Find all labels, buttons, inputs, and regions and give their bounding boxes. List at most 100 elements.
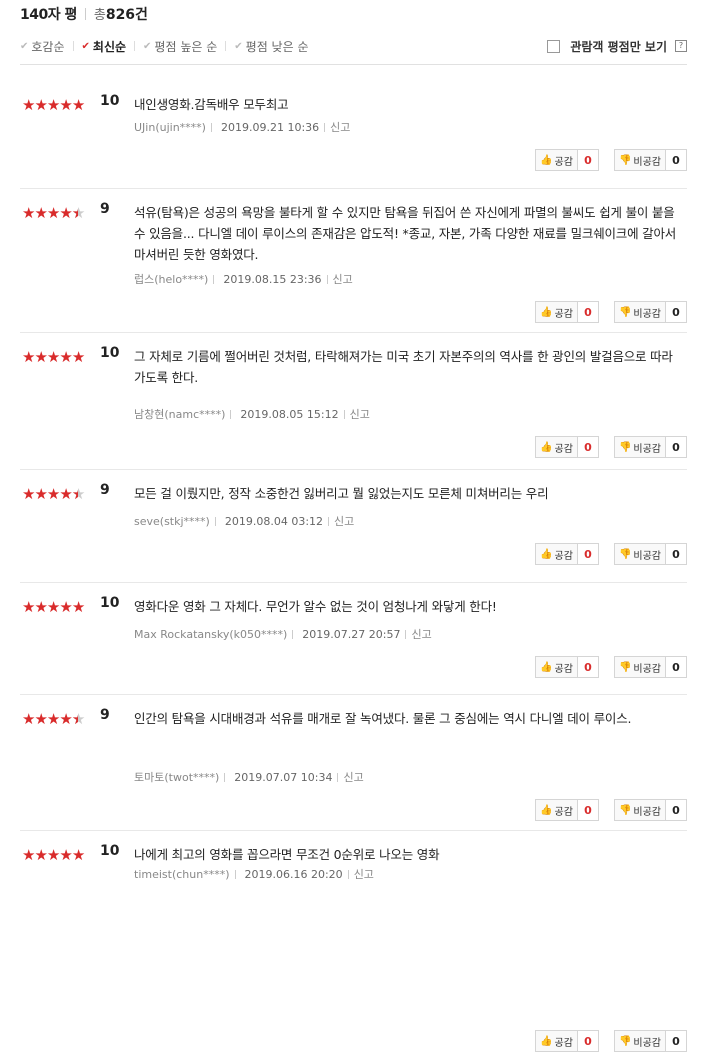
dislike-button[interactable]: 👎 비공감 (613, 656, 666, 678)
like-button[interactable]: 👍 공감 (535, 543, 578, 565)
report-link[interactable]: 신고 (350, 406, 370, 422)
like-button[interactable]: 👍 공감 (535, 656, 578, 678)
meta-divider (230, 409, 232, 419)
star-icon: ★ (46, 348, 60, 366)
header-divider (84, 8, 86, 20)
star-icon: ★ (59, 96, 72, 114)
star-icon: ★ (46, 485, 60, 503)
sort-option[interactable]: ✔ 평점 높은 순 (143, 38, 217, 55)
viewer-only-checkbox[interactable] (547, 39, 561, 53)
thumbs-down-icon: 👎 (618, 154, 632, 166)
rating-stars: ★★★★★ (22, 96, 85, 114)
meta-divider (210, 122, 212, 132)
like-count: 0 (577, 1030, 599, 1052)
dislike-button[interactable]: 👎 비공감 (613, 543, 666, 565)
like-count: 0 (577, 656, 599, 678)
report-link[interactable]: 신고 (333, 271, 353, 287)
review-date: 2019.09.21 10:36 (220, 120, 320, 134)
sort-option-label: 호감순 (31, 39, 65, 54)
review-item: ★★★★★ 10 내인생영화.감독배우 모두최고 UJin(ujin****) 2019… (20, 80, 687, 189)
star-icon: ★ (22, 846, 35, 864)
sort-option-label: 최신순 (92, 39, 127, 54)
report-link[interactable]: 신고 (334, 513, 354, 529)
rating-stars: ★★★★★ (22, 485, 85, 503)
like-count: 0 (577, 301, 599, 323)
report-link[interactable]: 신고 (343, 769, 363, 785)
review-date: 2019.07.07 10:34 (234, 770, 333, 784)
meta-divider (347, 869, 349, 879)
review-date: 2019.07.27 20:57 (302, 627, 401, 641)
like-button[interactable]: 👍 공감 (535, 149, 578, 171)
thumbs-up-icon: 👍 (540, 1035, 553, 1047)
meta-divider (224, 772, 226, 782)
sort-filter-bar: ✔ 호감순 ✔ 최신순 ✔ 평점 높은 순 ✔ 평점 낮은 순 관람객 평점만 보기 ? (20, 28, 687, 65)
review-meta: seve(stkj****) 2019.08.04 03:12 신고 (134, 513, 354, 529)
section-title: 140자 평 (20, 7, 77, 23)
star-icon: ★ (34, 598, 47, 616)
meta-divider (326, 274, 328, 284)
review-item: ★★★★★ 9 모든 걸 이뤘지만, 정작 소중한건 잃버리고 뭘 잃었는지도 모른… (20, 469, 687, 583)
review-meta: 남창현(namc****) 2019.08.05 15:12 신고 (134, 406, 370, 422)
review-text: 그 자체로 기름에 쩔어버린 것처럼, 타락해져가는 미국 초기 자본주의의 역… (134, 349, 673, 385)
sort-divider (72, 41, 74, 51)
reviewer-name[interactable]: 럽스(helo****) (134, 271, 208, 287)
meta-divider (324, 122, 326, 132)
dislike-button[interactable]: 👎 비공감 (613, 436, 666, 458)
sort-option-label: 평점 높은 순 (154, 39, 218, 54)
star-icon: ★ (22, 598, 35, 616)
review-meta: 토마토(twot****) 2019.07.07 10:34 신고 (134, 769, 364, 785)
rating-stars: ★★★★★ (22, 348, 85, 366)
dislike-count: 0 (666, 799, 687, 821)
like-label: 공감 (554, 443, 573, 455)
sort-divider (134, 41, 136, 51)
reviewer-name[interactable]: 토마토(twot****) (134, 769, 219, 785)
dislike-label: 비공감 (633, 156, 661, 168)
reviewer-name[interactable]: UJin(ujin****) (134, 121, 206, 134)
dislike-button[interactable]: 👎 비공감 (613, 149, 666, 171)
check-icon: ✔ (143, 40, 152, 52)
reviewer-name[interactable]: timeist(chun****) (134, 868, 230, 881)
review-item: ★★★★★9인간의 탐욕을 시대배경과 석유를 매개로 잘 녹여냈다. 물론 그… (20, 694, 687, 831)
reviewer-name[interactable]: Max Rockatansky(k050****) (134, 628, 287, 641)
half-star-icon: ★ (72, 712, 85, 727)
meta-divider (337, 772, 339, 782)
like-label: 공감 (554, 663, 573, 675)
dislike-button[interactable]: 👎 비공감 (613, 799, 666, 821)
report-link[interactable]: 신고 (411, 626, 431, 642)
star-icon: ★ (46, 710, 60, 728)
meta-divider (328, 516, 330, 526)
star-icon: ★ (59, 204, 72, 222)
thumbs-down-icon: 👎 (618, 548, 632, 560)
star-icon: ★ (59, 598, 72, 616)
viewer-only-toggle[interactable]: 관람객 평점만 보기 ? (547, 28, 687, 64)
dislike-button[interactable]: 👎 비공감 (613, 1030, 666, 1052)
review-item: ★★★★★ 10 그 자체로 기름에 쩔어버린 것처럼, 타락해져가는 미국 초기 … (20, 332, 687, 470)
rating-stars: ★★★★★ (22, 846, 85, 864)
rating-score: 9 (100, 707, 110, 723)
thumbs-up-icon: 👍 (540, 548, 553, 560)
reviewer-name[interactable]: seve(stkj****) (134, 515, 210, 528)
like-button[interactable]: 👍 공감 (535, 1030, 578, 1052)
reviewer-name[interactable]: 남창현(namc****) (134, 406, 225, 422)
sort-option[interactable]: ✔ 평점 낮은 순 (234, 38, 308, 55)
dislike-button[interactable]: 👎 비공감 (613, 301, 666, 323)
review-meta: Max Rockatansky(k050****) 2019.07.27 20:5… (134, 626, 432, 642)
like-button[interactable]: 👍 공감 (535, 301, 578, 323)
review-text: 내인생영화.감독배우 모두최고 (134, 97, 289, 112)
review-item: ★★★★★ 10 나에게 최고의 영화를 꼽으라면 무조건 0순위로 나오는 영화 t… (20, 830, 687, 1052)
review-text: 영화다운 영화 그 자체다. 무언가 알수 없는 것이 엄청나게 와닿게 한다! (134, 599, 497, 614)
star-icon: ★ (71, 598, 85, 616)
meta-divider (213, 274, 215, 284)
sort-option[interactable]: ✔ 호감순 (20, 38, 65, 55)
rating-score: 9 (100, 482, 110, 498)
like-button[interactable]: 👍 공감 (535, 799, 578, 821)
star-icon: ★ (59, 348, 72, 366)
review-text: 모든 걸 이뤘지만, 정작 소중한건 잃버리고 뭘 잃었는지도 모른체 미쳐버리… (134, 486, 549, 501)
sort-option[interactable]: ✔ 최신순 (82, 38, 127, 55)
report-link[interactable]: 신고 (330, 119, 350, 135)
report-link[interactable]: 신고 (354, 866, 374, 882)
like-button[interactable]: 👍 공감 (535, 436, 578, 458)
help-icon[interactable]: ? (675, 40, 687, 52)
review-total: 총826건 (94, 4, 148, 24)
review-text: 인간의 탐욕을 시대배경과 석유를 매개로 잘 녹여냈다. 물론 그 중심에는 … (134, 711, 632, 726)
